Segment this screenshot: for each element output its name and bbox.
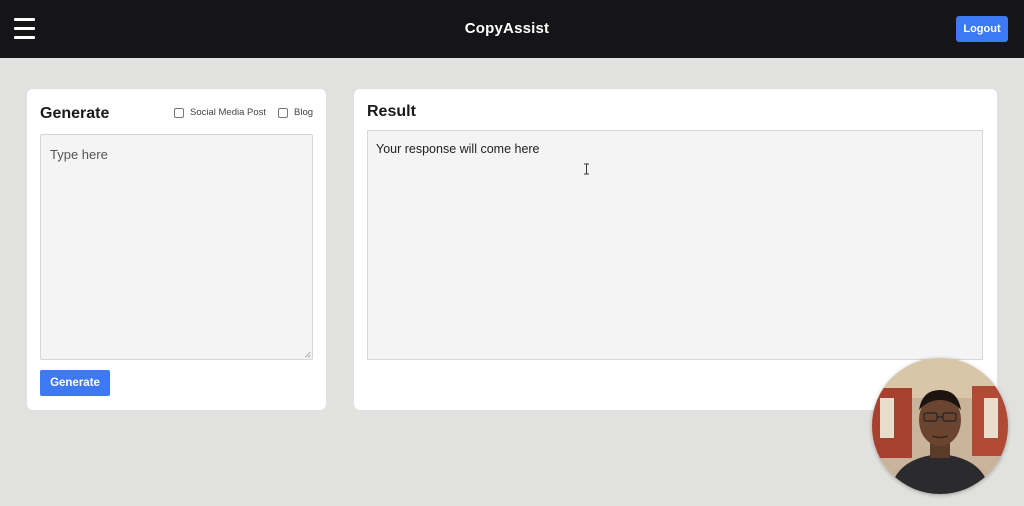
checkbox-label: Social Media Post bbox=[190, 107, 267, 118]
top-navigation-bar: CopyAssist Logout bbox=[0, 0, 1024, 58]
text-cursor-icon bbox=[584, 163, 589, 175]
generate-prompt-textarea[interactable]: Type here bbox=[40, 134, 313, 360]
presenter-webcam-avatar bbox=[872, 358, 1008, 494]
generate-panel: Generate Social Media Post Blog Type her… bbox=[27, 89, 326, 410]
social-media-post-checkbox[interactable]: Social Media Post bbox=[174, 107, 266, 118]
checkbox-box[interactable] bbox=[278, 107, 288, 118]
result-output-area[interactable]: Your response will come here bbox=[367, 130, 983, 360]
generate-panel-title: Generate bbox=[40, 105, 110, 122]
generate-button[interactable]: Generate bbox=[40, 370, 110, 396]
blog-checkbox[interactable]: Blog bbox=[278, 107, 313, 118]
result-panel: Result Your response will come here bbox=[354, 89, 997, 410]
app-title: CopyAssist bbox=[464, 20, 550, 37]
result-placeholder-text: Your response will come here bbox=[376, 142, 540, 156]
textarea-placeholder: Type here bbox=[50, 147, 108, 162]
checkbox-box[interactable] bbox=[174, 107, 184, 118]
checkbox-label: Blog bbox=[294, 107, 314, 118]
logout-button[interactable]: Logout bbox=[956, 16, 1008, 42]
resize-handle-icon[interactable] bbox=[304, 351, 311, 358]
result-panel-title: Result bbox=[367, 103, 416, 120]
